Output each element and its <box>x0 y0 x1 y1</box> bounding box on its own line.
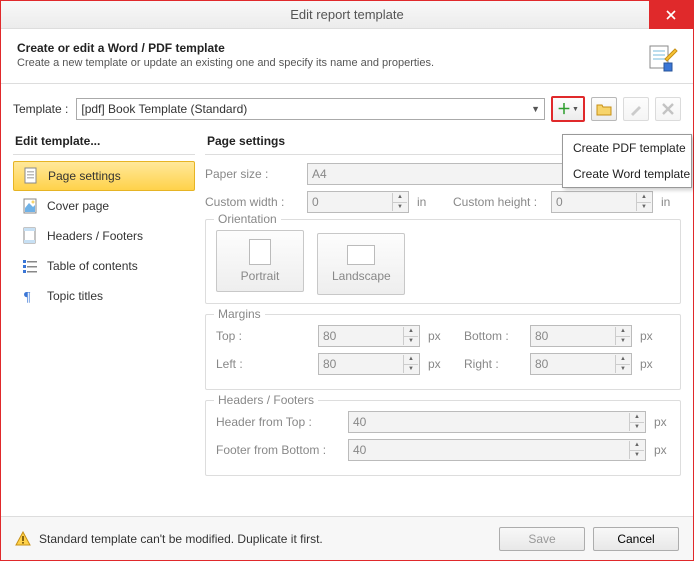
margin-top-input[interactable]: 80▲▼ <box>318 325 420 347</box>
hf-group: Headers / Footers Header from Top : 40▲▼… <box>205 400 681 476</box>
landscape-label: Landscape <box>332 269 391 283</box>
portrait-label: Portrait <box>241 269 280 283</box>
header-title: Create or edit a Word / PDF template <box>17 41 677 55</box>
margin-right-input[interactable]: 80▲▼ <box>530 353 632 375</box>
sidebar-title: Edit template... <box>13 130 195 155</box>
footer: Standard template can't be modified. Dup… <box>1 516 693 560</box>
paper-size-label: Paper size : <box>205 167 301 181</box>
menu-create-word[interactable]: Create Word template <box>563 161 691 187</box>
add-template-menu: Create PDF template Create Word template <box>562 134 692 188</box>
save-button: Save <box>499 527 585 551</box>
edit-button <box>623 97 649 121</box>
dialog-window: Edit report template Create or edit a Wo… <box>0 0 694 561</box>
header-from-top-input[interactable]: 40▲▼ <box>348 411 646 433</box>
folder-icon <box>596 102 612 116</box>
divider <box>1 83 693 84</box>
delete-button <box>655 97 681 121</box>
topic-titles-icon: ¶ <box>21 287 39 305</box>
sidebar-item-cover-page[interactable]: Cover page <box>13 191 195 221</box>
template-row: Template : [pdf] Book Template (Standard… <box>1 92 693 130</box>
custom-width-label: Custom width : <box>205 195 301 209</box>
spinner[interactable]: ▲▼ <box>629 413 644 431</box>
header-from-top-label: Header from Top : <box>216 415 342 429</box>
close-button[interactable] <box>649 1 693 29</box>
unit-in: in <box>661 195 677 209</box>
spinner[interactable]: ▲▼ <box>615 355 630 373</box>
chevron-down-icon: ▼ <box>531 104 540 114</box>
add-template-button[interactable]: ＋ ▼ <box>551 96 585 122</box>
spinner[interactable]: ▲▼ <box>403 355 418 373</box>
sidebar-item-label: Headers / Footers <box>47 229 143 243</box>
headers-footers-icon <box>21 227 39 245</box>
footer-message: Standard template can't be modified. Dup… <box>39 532 491 546</box>
margin-bottom-input[interactable]: 80▲▼ <box>530 325 632 347</box>
svg-text:¶: ¶ <box>24 290 31 305</box>
body: Edit template... Page settings Cover pag… <box>1 130 693 528</box>
margins-title: Margins <box>214 307 265 321</box>
open-folder-button[interactable] <box>591 97 617 121</box>
page-settings-icon <box>22 167 40 185</box>
spinner[interactable]: ▲▼ <box>636 193 651 211</box>
landscape-icon <box>347 245 375 265</box>
unit-in: in <box>417 195 433 209</box>
toc-icon <box>21 257 39 275</box>
sidebar-item-topic-titles[interactable]: ¶ Topic titles <box>13 281 195 311</box>
close-icon <box>666 10 676 20</box>
template-edit-icon <box>647 41 679 73</box>
spinner[interactable]: ▲▼ <box>629 441 644 459</box>
unit-px: px <box>640 357 656 371</box>
cross-icon <box>662 103 674 115</box>
titlebar: Edit report template <box>1 1 693 29</box>
margin-top-label: Top : <box>216 329 312 343</box>
custom-height-input[interactable]: 0▲▼ <box>551 191 653 213</box>
warning-icon <box>15 531 31 547</box>
sidebar-item-label: Page settings <box>48 169 121 183</box>
portrait-button[interactable]: Portrait <box>216 230 304 292</box>
unit-px: px <box>654 415 670 429</box>
sidebar-item-headers-footers[interactable]: Headers / Footers <box>13 221 195 251</box>
unit-px: px <box>654 443 670 457</box>
custom-height-label: Custom height : <box>453 195 545 209</box>
header: Create or edit a Word / PDF template Cre… <box>1 29 693 77</box>
unit-px: px <box>428 329 444 343</box>
menu-create-pdf[interactable]: Create PDF template <box>563 135 691 161</box>
template-select-value: [pdf] Book Template (Standard) <box>81 102 247 116</box>
margin-bottom-label: Bottom : <box>464 329 524 343</box>
orientation-title: Orientation <box>214 212 281 226</box>
margins-group: Margins Top : 80▲▼ px Bottom : 80▲▼ px L… <box>205 314 681 390</box>
sidebar: Edit template... Page settings Cover pag… <box>13 130 195 520</box>
template-label: Template : <box>13 102 68 116</box>
landscape-button[interactable]: Landscape <box>317 233 405 295</box>
unit-px: px <box>428 357 444 371</box>
unit-px: px <box>640 329 656 343</box>
dropdown-arrow-icon: ▼ <box>572 106 579 113</box>
cover-page-icon <box>21 197 39 215</box>
margin-right-label: Right : <box>464 357 524 371</box>
header-subtitle: Create a new template or update an exist… <box>17 57 677 69</box>
spinner[interactable]: ▲▼ <box>403 327 418 345</box>
sidebar-item-label: Table of contents <box>47 259 138 273</box>
hf-title: Headers / Footers <box>214 393 318 407</box>
cancel-button[interactable]: Cancel <box>593 527 679 551</box>
orientation-group: Orientation Portrait Landscape <box>205 219 681 304</box>
pencil-icon <box>629 102 643 116</box>
spinner[interactable]: ▲▼ <box>615 327 630 345</box>
sidebar-item-page-settings[interactable]: Page settings <box>13 161 195 191</box>
portrait-icon <box>249 239 271 265</box>
spinner[interactable]: ▲▼ <box>392 193 407 211</box>
sidebar-item-toc[interactable]: Table of contents <box>13 251 195 281</box>
custom-width-input[interactable]: 0▲▼ <box>307 191 409 213</box>
custom-size-row: Custom width : 0▲▼ in Custom height : 0▲… <box>205 191 681 213</box>
footer-from-bottom-input[interactable]: 40▲▼ <box>348 439 646 461</box>
margin-left-label: Left : <box>216 357 312 371</box>
sidebar-item-label: Topic titles <box>47 289 103 303</box>
footer-from-bottom-label: Footer from Bottom : <box>216 443 342 457</box>
margin-left-input[interactable]: 80▲▼ <box>318 353 420 375</box>
plus-icon: ＋ <box>557 99 571 119</box>
template-select[interactable]: [pdf] Book Template (Standard) ▼ <box>76 98 545 120</box>
main-panel: Page settings Paper size : A4 Custom wid… <box>205 130 681 520</box>
window-title: Edit report template <box>1 7 693 22</box>
sidebar-item-label: Cover page <box>47 199 109 213</box>
